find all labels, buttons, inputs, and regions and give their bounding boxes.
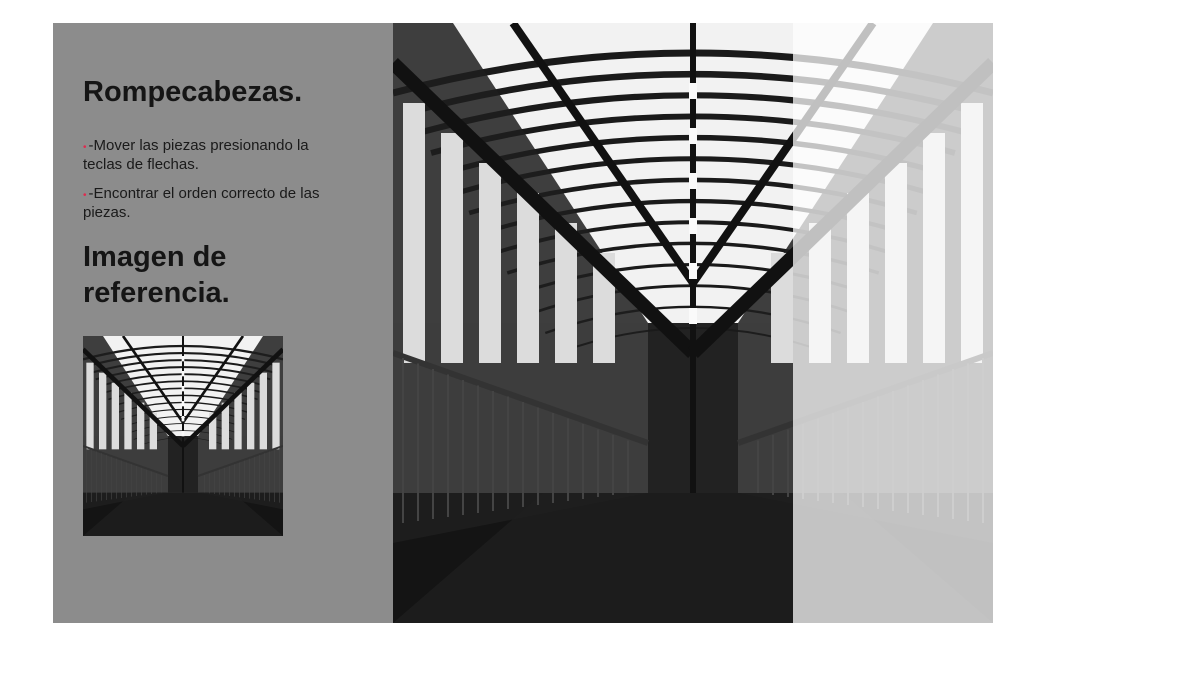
puzzle-tile[interactable] [593,223,793,423]
tile-image [593,23,793,223]
reference-image [83,336,283,536]
instruction-item: • -Mover las piezas presionando la teclas… [83,137,363,173]
puzzle-tile-empty[interactable] [793,23,993,223]
tile-image [593,223,793,423]
tile-image [593,423,793,623]
instruction-text: -Mover las piezas presionando la teclas … [83,137,309,173]
instruction-text: -Encontrar el orden correcto de las piez… [83,185,320,221]
tile-image [793,23,993,223]
puzzle-board[interactable] [393,23,993,623]
sidebar: Rompecabezas. • -Mover las piezas presion… [53,23,393,623]
puzzle-tile-empty[interactable] [793,223,993,423]
bullet-icon: • [83,142,87,153]
instruction-item: • -Encontrar el orden correcto de las pie… [83,185,363,221]
instructions-list: • -Mover las piezas presionando la teclas… [83,137,363,221]
puzzle-tile[interactable] [393,423,593,623]
reference-image-art [83,336,283,536]
tile-image [793,223,993,423]
puzzle-tile[interactable] [593,23,793,223]
bullet-icon: • [83,190,87,201]
reference-title: Imagen de referencia. [83,241,230,309]
tile-image [793,423,993,623]
puzzle-tile[interactable] [393,23,593,223]
puzzle-tile[interactable] [393,223,593,423]
tile-image [393,223,593,423]
puzzle-tile-empty[interactable] [793,423,993,623]
puzzle-app: Rompecabezas. • -Mover las piezas presion… [53,23,993,623]
page-title: Rompecabezas. [83,76,303,108]
puzzle-tile[interactable] [593,423,793,623]
tile-image [393,423,593,623]
tile-image [393,23,593,223]
